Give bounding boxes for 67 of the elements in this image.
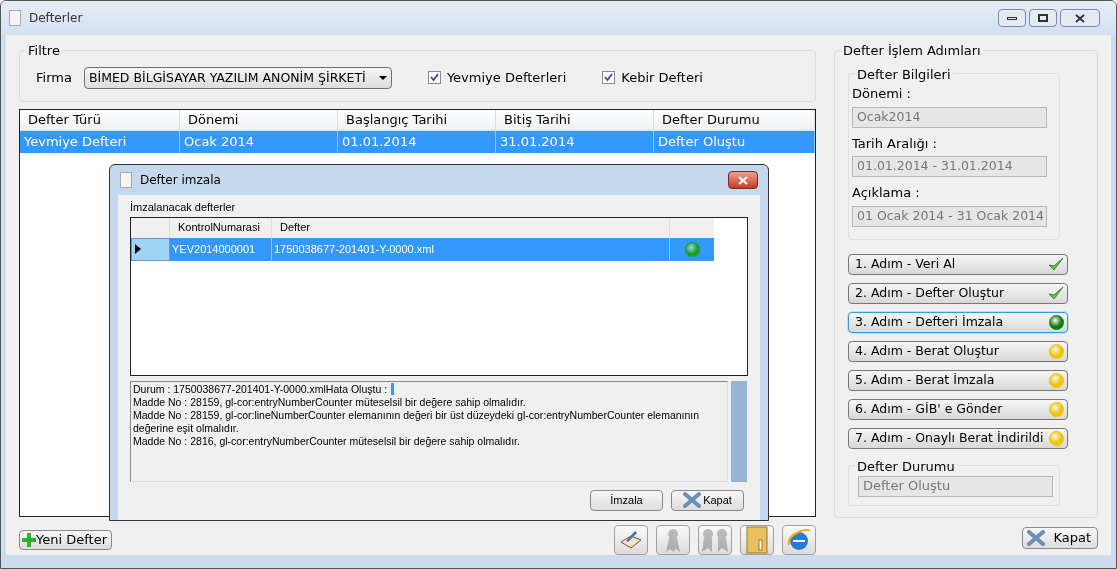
toolbar-button[interactable] <box>782 525 816 555</box>
column-header[interactable]: Bitiş Tarihi <box>496 109 654 130</box>
close-button[interactable]: Kapat <box>1022 527 1098 549</box>
close-icon <box>1027 530 1046 546</box>
grid-cell: 1750038677-201401-Y-0000.xml <box>272 237 670 261</box>
table-cell: 01.01.2014 <box>338 130 496 153</box>
readonly-field[interactable]: 01 Ocak 2014 - 31 Ocak 2014 <box>852 205 1047 227</box>
column-header[interactable]: Başlangıç Tarihi <box>338 109 496 130</box>
group-title: Defter İşlem Adımları <box>841 41 983 61</box>
window-title: Defterler <box>29 10 83 27</box>
step-button[interactable]: 6. Adım - GİB' e Gönder <box>848 398 1068 420</box>
check-icon <box>1048 257 1064 271</box>
table-cell: Yevmiye Defteri <box>20 130 180 153</box>
close-icon <box>683 492 702 508</box>
step-button[interactable]: 5. Adım - Berat İmzala <box>848 369 1068 391</box>
firma-dropdown[interactable]: BİMED BİLGİSAYAR YAZILIM ANONİM ŞİRKETİ <box>83 66 392 89</box>
text-cursor <box>391 383 395 395</box>
document-icon <box>120 172 132 188</box>
browser-icon <box>786 527 812 553</box>
log-line: Madde No : 28159, gl-cor:lineNumberCounter elemanının değeri bir üst düzeydeki gl-cor:entryNumberCounter elemanının değerine eşit olmalıdır. <box>133 408 701 435</box>
close-button[interactable] <box>1060 9 1100 27</box>
step-button[interactable]: 4. Adım - Berat Oluştur <box>848 340 1068 362</box>
field-label: Dönemi : <box>852 85 912 103</box>
checkbox-label: Yevmiye Defterleri <box>446 69 567 88</box>
field-label: Tarih Aralığı : <box>852 134 938 153</box>
column-header[interactable]: Defter Türü <box>20 109 180 130</box>
log-line: Madde No : 2816, gl-cor:entryNumberCounter müteselsil bir değere sahip olmalıdır. <box>133 434 520 448</box>
readonly-field[interactable]: Ocak2014 <box>852 106 1047 128</box>
column-header[interactable]: KontrolNumarasi <box>170 217 272 238</box>
list-label: İmzalanacak defterler <box>130 200 237 215</box>
close-icon <box>1075 13 1085 23</box>
ribbons-icon <box>700 527 730 553</box>
new-ledger-button[interactable]: Yeni Defter <box>19 530 112 550</box>
step-button[interactable]: 7. Adım - Onaylı Berat İndirildi <box>848 427 1068 449</box>
field-label: Açıklama : <box>852 184 921 202</box>
log-line: Durum : 1750038677-201401-Y-0000.xmlHata Oluştu : <box>133 382 388 396</box>
readonly-field[interactable]: 01.01.2014 - 31.01.2014 <box>852 156 1047 177</box>
folder-icon <box>745 526 769 554</box>
column-header[interactable]: Dönemi <box>180 109 338 130</box>
step-button[interactable]: 1. Adım - Veri Al <box>848 253 1068 275</box>
maximize-button[interactable] <box>1029 9 1057 27</box>
checkbox-label: Kebir Defteri <box>621 69 703 88</box>
log-area[interactable] <box>130 380 728 482</box>
document-icon <box>9 10 21 26</box>
plus-icon <box>22 533 36 547</box>
close-button[interactable]: Kapat <box>671 489 744 511</box>
sign-button[interactable]: İmzala <box>590 489 663 511</box>
column-header[interactable]: Defter Durumu <box>654 109 815 130</box>
check-icon <box>1048 286 1064 300</box>
log-line: Madde No : 28159, gl-cor:entryNumberCounter müteselsil bir değere sahip olmalıdır. <box>133 395 526 409</box>
table-cell: Defter Oluştu <box>654 130 815 153</box>
readonly-field[interactable]: Defter Oluştu <box>858 475 1053 497</box>
firma-label: Firma <box>36 69 72 88</box>
close-icon <box>738 175 748 185</box>
toolbar-button[interactable] <box>614 525 648 555</box>
column-header[interactable]: Defter <box>272 217 670 238</box>
checkbox[interactable] <box>427 71 441 85</box>
table-cell: 31.01.2014 <box>496 130 654 153</box>
close-button[interactable] <box>728 171 758 189</box>
step-button[interactable]: 3. Adım - Defteri İmzala <box>848 311 1068 333</box>
row-pointer-icon <box>135 244 141 254</box>
dialog-title: Defter imzala <box>140 172 221 189</box>
step-button[interactable]: 2. Adım - Defter Oluştur <box>848 282 1068 304</box>
table-cell: Ocak 2014 <box>180 130 338 153</box>
grid-cell: YEV2014000001 <box>170 237 272 261</box>
checkbox[interactable] <box>602 71 616 85</box>
minimize-button[interactable] <box>998 9 1026 27</box>
